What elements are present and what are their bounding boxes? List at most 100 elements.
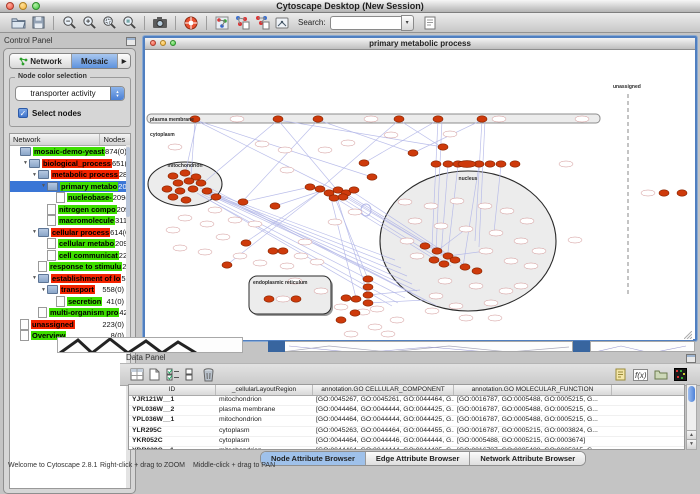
network-node-selected[interactable] — [278, 248, 288, 254]
network-node[interactable] — [344, 331, 358, 337]
network-node[interactable] — [390, 317, 404, 323]
table-row[interactable]: YKR052Ccytoplasm[GO:0044464, GO:0044446,… — [129, 437, 684, 447]
table-cell[interactable]: mitochondrion — [216, 447, 313, 450]
network-node-selected[interactable] — [211, 194, 221, 200]
tree-row[interactable]: multi-organism pro42(0) — [10, 307, 130, 319]
network-node-selected[interactable] — [305, 184, 315, 190]
save-session-button[interactable] — [28, 14, 48, 32]
network-node[interactable] — [408, 218, 422, 224]
network-node-selected[interactable] — [496, 161, 506, 167]
network-node-selected[interactable] — [341, 295, 351, 301]
network-node-selected[interactable] — [222, 262, 232, 268]
attribute-select-button[interactable] — [128, 366, 145, 383]
network-node[interactable] — [479, 248, 493, 254]
network-node[interactable] — [278, 147, 292, 153]
tree-row[interactable]: mosaic-demo-yeast874(0) — [10, 146, 130, 158]
network-node[interactable] — [168, 144, 182, 150]
network-node[interactable] — [298, 239, 312, 245]
network-node[interactable] — [253, 260, 267, 266]
network-node-selected[interactable] — [408, 150, 418, 156]
network-node[interactable] — [341, 140, 355, 146]
manage-networks-button[interactable] — [272, 14, 292, 32]
tree-row[interactable]: macromolecule311(0) — [10, 215, 130, 227]
network-node[interactable] — [178, 215, 192, 221]
float-panel-icon[interactable] — [126, 37, 136, 46]
table-row[interactable]: YPL036W__2plasma membrane[GO:0044464, GO… — [129, 406, 684, 416]
network-node[interactable] — [425, 308, 439, 314]
network-node[interactable] — [438, 278, 452, 284]
network-edge[interactable] — [278, 120, 443, 147]
network-node[interactable] — [370, 306, 384, 312]
network-edge[interactable] — [318, 120, 413, 153]
zoom-out-button[interactable] — [59, 14, 79, 32]
expander-open-icon[interactable]: ▼ — [22, 160, 29, 166]
network-node[interactable] — [384, 132, 398, 138]
tree-row[interactable]: response to stimulu264(0) — [10, 261, 130, 273]
network-node-selected[interactable] — [351, 296, 361, 302]
matrix-view-button[interactable] — [672, 366, 689, 383]
network-node-selected[interactable] — [458, 161, 476, 168]
tree-row[interactable]: cell communicat22(0) — [10, 250, 130, 262]
tree-row[interactable]: ▼establishment of lo558(0) — [10, 273, 130, 285]
network-node-selected[interactable] — [450, 257, 460, 263]
network-node-selected[interactable] — [460, 264, 470, 270]
annotation-button[interactable] — [252, 14, 272, 32]
network-node-selected[interactable] — [659, 190, 669, 196]
tree-row[interactable]: cellular metabo209(0) — [10, 238, 130, 250]
network-node-selected[interactable] — [363, 284, 373, 290]
table-cell[interactable]: [GO:0016787, GO:0005215, GO:0003824, G..… — [454, 427, 612, 436]
table-cell[interactable]: [GO:0045263, GO:0044464, GO:0044455, G..… — [313, 427, 454, 436]
network-node[interactable] — [280, 167, 294, 173]
tree-row[interactable]: nucleobase-209(0) — [10, 192, 130, 204]
network-node[interactable] — [233, 253, 247, 259]
network-node[interactable] — [200, 221, 214, 227]
select-attributes-button[interactable] — [164, 366, 181, 383]
table-scrollbar[interactable]: ▲ ▼ — [686, 384, 697, 450]
network-node-selected[interactable] — [175, 188, 185, 194]
table-cell[interactable]: cytoplasm — [216, 427, 313, 436]
table-cell[interactable]: [GO:0044464, GO:0044444, GO:0044425, G..… — [313, 416, 454, 425]
network-node-selected[interactable] — [485, 161, 495, 167]
network-node-selected[interactable] — [315, 186, 325, 192]
network-node[interactable] — [255, 141, 269, 147]
network-node[interactable] — [449, 303, 463, 309]
network-node[interactable] — [173, 245, 187, 251]
network-node[interactable] — [328, 219, 342, 225]
network-node[interactable] — [230, 116, 244, 122]
table-cell[interactable]: YLR295C — [129, 427, 216, 436]
network-node[interactable] — [459, 226, 473, 232]
network-node[interactable] — [334, 304, 348, 310]
network-node-selected[interactable] — [188, 186, 198, 192]
network-node[interactable] — [166, 227, 180, 233]
network-edge[interactable] — [321, 120, 399, 188]
network-node-selected[interactable] — [270, 203, 280, 209]
table-column-header[interactable]: _cellularLayoutRegion — [216, 385, 313, 395]
network-node[interactable] — [504, 258, 518, 264]
table-row[interactable]: YLR295Ccytoplasm[GO:0045263, GO:0044464,… — [129, 427, 684, 437]
network-node[interactable] — [381, 331, 395, 337]
network-node-selected[interactable] — [238, 199, 248, 205]
network-node-selected[interactable] — [433, 116, 443, 122]
tab-edge-attribute-browser[interactable]: Edge Attribute Browser — [366, 452, 470, 465]
network-node[interactable] — [514, 238, 528, 244]
help-button[interactable] — [181, 14, 201, 32]
zoom-selected-button[interactable] — [99, 14, 119, 32]
network-node[interactable] — [499, 288, 513, 294]
tree-row[interactable]: ▼transport558(0) — [10, 284, 130, 296]
network-node[interactable] — [314, 288, 328, 294]
network-node[interactable] — [208, 207, 222, 213]
network-node[interactable] — [364, 116, 378, 122]
network-node-selected[interactable] — [359, 160, 369, 166]
network-node-selected[interactable] — [477, 116, 487, 122]
network-node-selected[interactable] — [268, 248, 278, 254]
network-node-selected[interactable] — [432, 248, 442, 254]
network-node[interactable] — [520, 218, 534, 224]
network-node[interactable] — [410, 253, 424, 259]
search-input[interactable] — [330, 16, 401, 30]
network-node[interactable] — [492, 116, 506, 122]
zoom-in-button[interactable] — [79, 14, 99, 32]
network-node-selected[interactable] — [173, 180, 183, 186]
network-edge[interactable] — [243, 187, 310, 202]
expander-open-icon[interactable]: ▼ — [40, 287, 47, 293]
table-cell[interactable]: cytoplasm — [216, 437, 313, 446]
